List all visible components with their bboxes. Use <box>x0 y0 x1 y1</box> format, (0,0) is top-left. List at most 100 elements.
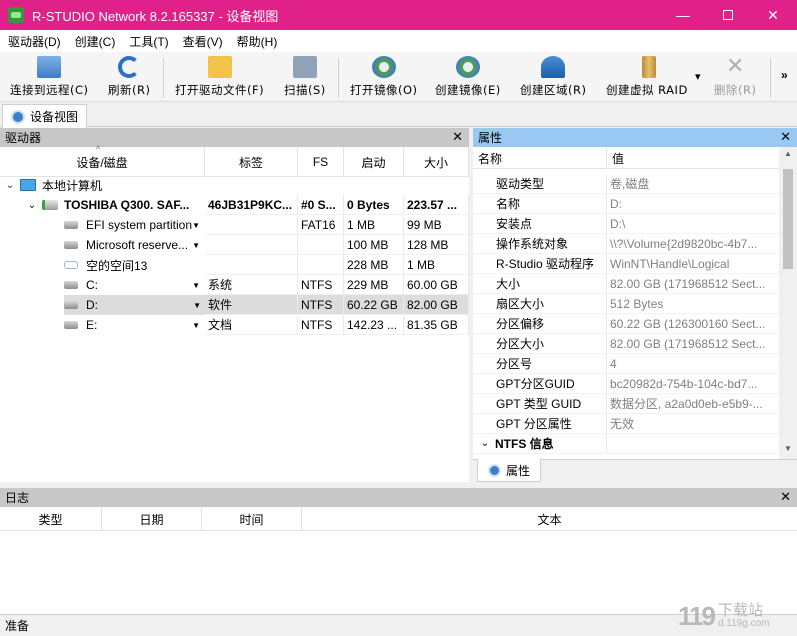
property-name: 分区大小 <box>473 334 607 354</box>
row-label: 系统 <box>205 275 298 295</box>
property-value: D: <box>607 194 779 214</box>
tree-row-volume-e[interactable]: E: ▼ 文档 NTFS 142.23 ... 81.35 GB <box>0 315 469 335</box>
property-row[interactable]: R-Studio 驱动程序 WinNT\Handle\Logical <box>473 254 779 274</box>
tree-row-partition[interactable]: Microsoft reserve... ▼ 100 MB 128 MB <box>0 235 469 255</box>
toolbar-overflow-button[interactable]: » <box>781 68 788 82</box>
create-image-button[interactable]: 创建镜像(E) <box>435 56 501 100</box>
property-value: 数据分区, a2a0d0eb-e5b9-... <box>607 394 779 414</box>
property-row[interactable]: 名称 D: <box>473 194 779 214</box>
collapse-chevron-icon[interactable]: ⌄ <box>26 200 38 211</box>
menu-drive[interactable]: 驱动器(D) <box>0 33 67 50</box>
row-dropdown-icon[interactable]: ▼ <box>192 281 200 290</box>
partition-icon <box>64 241 78 249</box>
collapse-chevron-icon[interactable]: ⌄ <box>479 438 491 449</box>
drives-panel-close-button[interactable]: ✕ <box>452 129 463 145</box>
properties-panel-close-button[interactable]: ✕ <box>780 129 791 145</box>
tree-row-volume-d[interactable]: D: ▼ 软件 NTFS 60.22 GB 82.00 GB <box>0 295 469 315</box>
row-name: D: <box>86 298 98 312</box>
refresh-button[interactable]: 刷新(R) <box>108 56 150 100</box>
column-prop-value[interactable]: 值 <box>607 147 779 169</box>
section-title: NTFS 信息 <box>495 437 554 451</box>
delete-button[interactable]: ✕ 删除(R) <box>714 56 756 100</box>
drives-panel-header: 驱动器 ✕ <box>0 128 469 147</box>
property-row[interactable]: 操作系统对象 \\?\Volume{2d9820bc-4b7... <box>473 234 779 254</box>
property-row[interactable]: 分区大小 82.00 GB (171968512 Sect... <box>473 334 779 354</box>
column-log-text[interactable]: 文本 <box>302 507 797 531</box>
maximize-button[interactable] <box>705 0 751 30</box>
column-device[interactable]: ^ 设备/磁盘 <box>0 144 205 177</box>
scan-button[interactable]: 扫描(S) <box>284 56 326 100</box>
property-row[interactable]: 扇区大小 512 Bytes <box>473 294 779 314</box>
connect-remote-button[interactable]: 连接到远程(C) <box>10 56 89 100</box>
properties-scrollbar[interactable]: ▲ ▼ <box>779 147 797 462</box>
column-log-type[interactable]: 类型 <box>0 507 102 531</box>
row-dropdown-icon[interactable]: ▼ <box>192 241 200 250</box>
tab-properties-label: 属性 <box>506 463 531 478</box>
row-dropdown-icon[interactable]: ▼ <box>192 321 200 330</box>
property-row[interactable]: GPT 类型 GUID 数据分区, a2a0d0eb-e5b9-... <box>473 394 779 414</box>
drives-panel-title: 驱动器 <box>5 131 42 145</box>
open-image-button[interactable]: 打开镜像(O) <box>350 56 418 100</box>
menu-bar: 驱动器(D) 创建(C) 工具(T) 查看(V) 帮助(H) <box>0 30 797 52</box>
refresh-icon <box>118 56 141 78</box>
toolbar-separator <box>163 58 164 98</box>
tree-row-disk[interactable]: ⌄ TOSHIBA Q300. SAF... 46JB31P9KC... #0 … <box>0 195 469 215</box>
row-label: 文档 <box>205 315 298 335</box>
properties-tabstrip: 属性 <box>473 459 797 482</box>
raid-dropdown-arrow[interactable]: ▾ <box>695 70 701 83</box>
column-start[interactable]: 启动 <box>344 147 404 177</box>
menu-help[interactable]: 帮助(H) <box>229 33 284 50</box>
property-row[interactable]: GPT分区GUID bc20982d-754b-104c-bd7... <box>473 374 779 394</box>
row-fs: FAT16 <box>298 215 344 235</box>
row-name: Microsoft reserve... <box>86 238 189 252</box>
collapse-chevron-icon[interactable]: ⌄ <box>4 180 16 191</box>
log-panel-close-button[interactable]: ✕ <box>780 489 791 505</box>
menu-tools[interactable]: 工具(T) <box>121 33 174 50</box>
create-region-button[interactable]: 创建区域(R) <box>520 56 586 100</box>
property-row[interactable]: 安装点 D:\ <box>473 214 779 234</box>
menu-view[interactable]: 查看(V) <box>175 33 229 50</box>
row-label <box>205 215 298 235</box>
open-drive-files-button[interactable]: 打开驱动文件(F) <box>175 56 264 100</box>
window-title: R-STUDIO Network 8.2.165337 - 设备视图 <box>32 8 279 24</box>
row-name: TOSHIBA Q300. SAF... <box>64 198 190 212</box>
column-log-date[interactable]: 日期 <box>102 507 202 531</box>
tree-row-local-computer[interactable]: ⌄ 本地计算机 <box>0 175 469 195</box>
property-row[interactable]: GPT 分区属性 无效 <box>473 414 779 434</box>
row-dropdown-icon[interactable]: ▼ <box>193 301 201 310</box>
scrollbar-thumb[interactable] <box>783 169 793 269</box>
scroll-down-icon[interactable]: ▼ <box>779 444 797 460</box>
row-dropdown-icon[interactable]: ▼ <box>192 221 200 230</box>
tab-device-view[interactable]: 设备视图 <box>2 104 88 128</box>
property-row[interactable]: 大小 82.00 GB (171968512 Sect... <box>473 274 779 294</box>
property-name: GPT分区GUID <box>473 374 607 394</box>
property-name: 分区偏移 <box>473 314 607 334</box>
tree-row-volume-c[interactable]: C: ▼ 系统 NTFS 229 MB 60.00 GB <box>0 275 469 295</box>
scroll-up-icon[interactable]: ▲ <box>779 149 797 165</box>
property-row[interactable]: 驱动类型 卷,磁盘 <box>473 174 779 194</box>
close-button[interactable]: ✕ <box>750 0 796 30</box>
property-value: 4 <box>607 354 779 374</box>
row-name: E: <box>86 318 98 332</box>
property-row[interactable]: 分区偏移 60.22 GB (126300160 Sect... <box>473 314 779 334</box>
menu-create[interactable]: 创建(C) <box>67 33 122 50</box>
delete-label: 删除(R) <box>714 83 757 97</box>
property-section-ntfs[interactable]: ⌄ NTFS 信息 <box>473 434 779 454</box>
column-size[interactable]: 大小 <box>404 147 469 177</box>
row-start: 60.22 GB <box>344 295 404 315</box>
row-fs <box>298 235 344 255</box>
column-log-time[interactable]: 时间 <box>202 507 302 531</box>
row-size: 1 MB <box>404 255 469 275</box>
volume-icon <box>64 281 78 289</box>
column-label[interactable]: 标签 <box>205 147 298 177</box>
tab-properties[interactable]: 属性 <box>477 459 542 482</box>
tree-row-empty-space[interactable]: 空的空间13 228 MB 1 MB <box>0 255 469 275</box>
create-raid-button[interactable]: 创建虚拟 RAID <box>606 56 688 100</box>
minimize-button[interactable]: — <box>660 0 706 30</box>
property-row[interactable]: 分区号 4 <box>473 354 779 374</box>
column-fs[interactable]: FS <box>298 147 344 177</box>
column-prop-name[interactable]: 名称 <box>473 147 607 169</box>
volume-icon <box>64 301 78 309</box>
row-size: 223.57 ... <box>404 195 469 215</box>
tree-row-partition[interactable]: EFI system partition ▼ FAT16 1 MB 99 MB <box>0 215 469 235</box>
